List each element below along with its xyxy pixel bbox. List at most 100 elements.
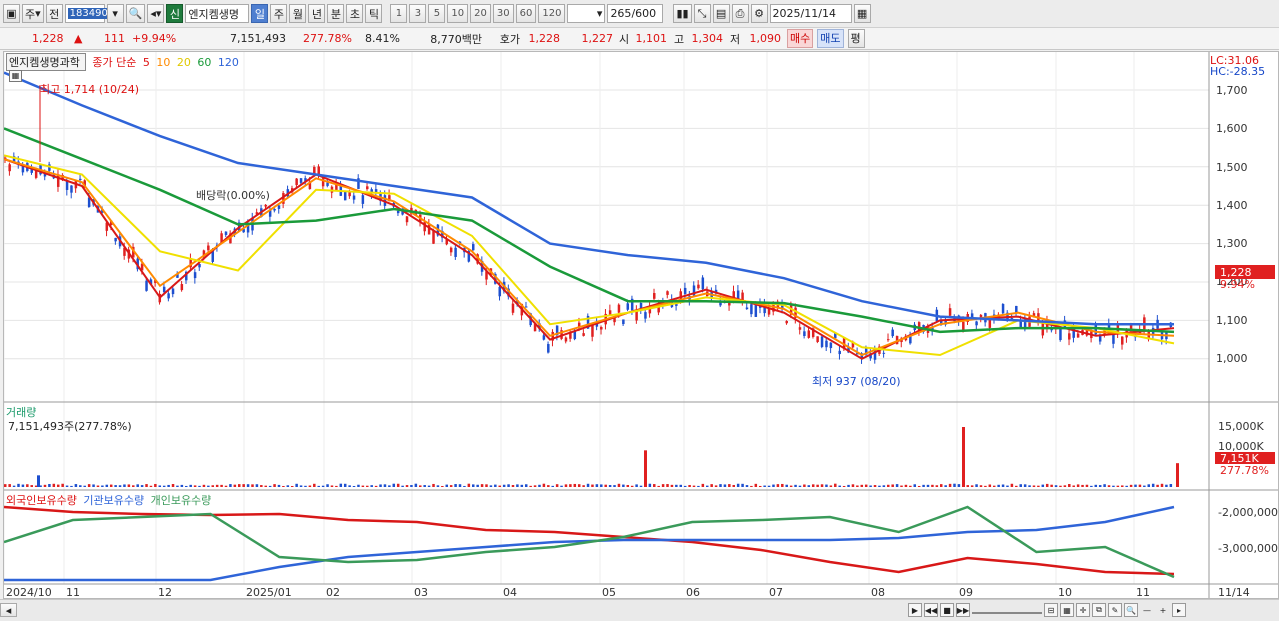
volume-bar	[326, 484, 329, 487]
volume-bar	[710, 484, 713, 487]
volume-bar	[4, 484, 7, 487]
scroll-right-icon[interactable]: ▸	[1172, 603, 1186, 617]
hold-y-tick: -3,000,000	[1218, 542, 1278, 555]
tab-week[interactable]: 주	[270, 4, 288, 23]
stock-code-field[interactable]: 183490	[64, 4, 110, 23]
flat-button[interactable]: 평	[847, 29, 865, 48]
zoom-out-icon[interactable]: ⊟	[1044, 603, 1058, 617]
volume-value: 7,151,493주(277.78%)	[8, 420, 132, 433]
gear-icon[interactable]: ⚙	[750, 4, 768, 23]
tab-second[interactable]: 초	[346, 4, 364, 23]
chart-svg[interactable]: 1,700 1,600 1,500 1,400 1,300 1,200 1,10…	[3, 52, 1278, 599]
high-note: 최고 1,714 (10/24)	[40, 83, 139, 96]
stock-name-field[interactable]: 엔지켐생명	[185, 4, 250, 23]
volume-bar	[935, 485, 939, 487]
legend-institution[interactable]: 기관보유수량	[83, 492, 144, 508]
chart-area[interactable]: 1,700 1,600 1,500 1,400 1,300 1,200 1,10…	[3, 51, 1279, 599]
scroll-left-icon[interactable]: ◂	[0, 603, 17, 617]
tab-minute[interactable]: 분	[327, 4, 345, 23]
candle-body	[622, 319, 625, 325]
draw-icon[interactable]: ⤡	[693, 4, 711, 23]
legend-foreign[interactable]: 외국인보유수량	[6, 492, 77, 508]
sell-button[interactable]: 매도	[817, 29, 844, 48]
prev-button[interactable]: 전	[45, 4, 63, 23]
interval-20[interactable]: 20	[470, 4, 491, 23]
interval-3[interactable]: 3	[409, 4, 427, 23]
legend-ma60[interactable]: 60	[197, 56, 211, 69]
candle-body	[295, 178, 298, 186]
interval-5[interactable]: 5	[428, 4, 446, 23]
count-field[interactable]: 265/600	[607, 4, 664, 23]
buy-button[interactable]: 매수	[787, 29, 814, 48]
candle-body	[754, 305, 758, 317]
interval-10[interactable]: 10	[447, 4, 469, 23]
hold-y-tick: -2,000,000	[1218, 506, 1278, 519]
volume-bar	[834, 483, 837, 487]
tab-day[interactable]: 일	[251, 4, 269, 23]
interval-30[interactable]: 30	[492, 4, 514, 23]
tab-month[interactable]: 월	[289, 4, 307, 23]
volume-bar	[856, 485, 859, 487]
dropdown-icon[interactable]: ▾	[106, 4, 124, 23]
crosshair-icon[interactable]: ✛	[1076, 603, 1090, 617]
y-tick: 1,400	[1216, 199, 1248, 212]
high-value: 1,304	[691, 32, 724, 45]
y-tick: 1,600	[1216, 122, 1248, 135]
candle-body	[582, 333, 585, 336]
volume-bar	[61, 483, 64, 487]
fastforward-icon[interactable]: ▶▶	[956, 603, 970, 617]
speaker-icon[interactable]: ◂▾	[147, 4, 165, 23]
date-field[interactable]: 2025/11/14	[769, 4, 852, 23]
volume-bar	[1015, 485, 1018, 487]
volume-bar	[714, 485, 718, 487]
interval-1[interactable]: 1	[390, 4, 408, 23]
interval-60[interactable]: 60	[515, 4, 537, 23]
search-icon[interactable]: 🔍	[1124, 603, 1138, 617]
minus-icon[interactable]: —	[1140, 603, 1154, 617]
candle-body	[405, 216, 409, 223]
play-icon[interactable]: ▶	[908, 603, 922, 617]
tab-tick[interactable]: 틱	[365, 4, 383, 23]
legend-ma5[interactable]: 5	[143, 56, 150, 69]
volume-bar	[330, 485, 334, 487]
stock-code-value: 183490	[67, 8, 110, 19]
legend-individual[interactable]: 개인보유수량	[151, 492, 212, 508]
candle-body	[882, 352, 886, 354]
volume-bar	[127, 484, 131, 487]
compare-icon[interactable]: ▮▮	[673, 4, 692, 23]
search-icon[interactable]: 🔍	[125, 4, 146, 23]
volume-bar	[688, 484, 691, 487]
volume-bar-highlight	[1176, 463, 1179, 487]
volume-bar	[829, 485, 833, 487]
low-value: 1,090	[749, 32, 782, 45]
volume-bar	[65, 485, 69, 487]
quote-change: 111	[104, 32, 125, 45]
quote-change-pct: +9.94%	[132, 32, 177, 45]
compare-icon[interactable]: ⧉	[1092, 603, 1106, 617]
zoom-slider[interactable]	[972, 606, 1042, 614]
grid-icon[interactable]: ▦	[1060, 603, 1074, 617]
interval-custom-field[interactable]: ▾	[567, 4, 606, 23]
table-icon[interactable]: ▦	[9, 70, 22, 82]
volume-bar	[154, 483, 157, 487]
legend-ma120[interactable]: 120	[218, 56, 239, 69]
volume-bar	[666, 484, 669, 487]
stop-icon[interactable]: ■	[940, 603, 954, 617]
calendar-icon[interactable]: ▦	[853, 4, 871, 23]
layout-icon[interactable]: ▣	[3, 4, 20, 23]
volume-bar	[476, 484, 479, 487]
draw-tool-icon[interactable]: ✎	[1108, 603, 1122, 617]
print-icon[interactable]: ⎙	[731, 4, 749, 23]
volume-bar	[745, 485, 749, 487]
ask-label: 호가	[499, 32, 520, 46]
up-arrow-icon: ▲	[74, 32, 83, 45]
rewind-icon[interactable]: ◀◀	[924, 603, 938, 617]
interval-120[interactable]: 120	[538, 4, 566, 23]
volume-bar	[953, 483, 956, 487]
legend-ma20[interactable]: 20	[177, 56, 191, 69]
tab-year[interactable]: 년	[308, 4, 326, 23]
save-icon[interactable]: ▤	[712, 4, 730, 23]
legend-ma10[interactable]: 10	[156, 56, 170, 69]
plus-icon[interactable]: +	[1156, 603, 1170, 617]
period-select[interactable]: 주 ▾	[22, 4, 44, 23]
